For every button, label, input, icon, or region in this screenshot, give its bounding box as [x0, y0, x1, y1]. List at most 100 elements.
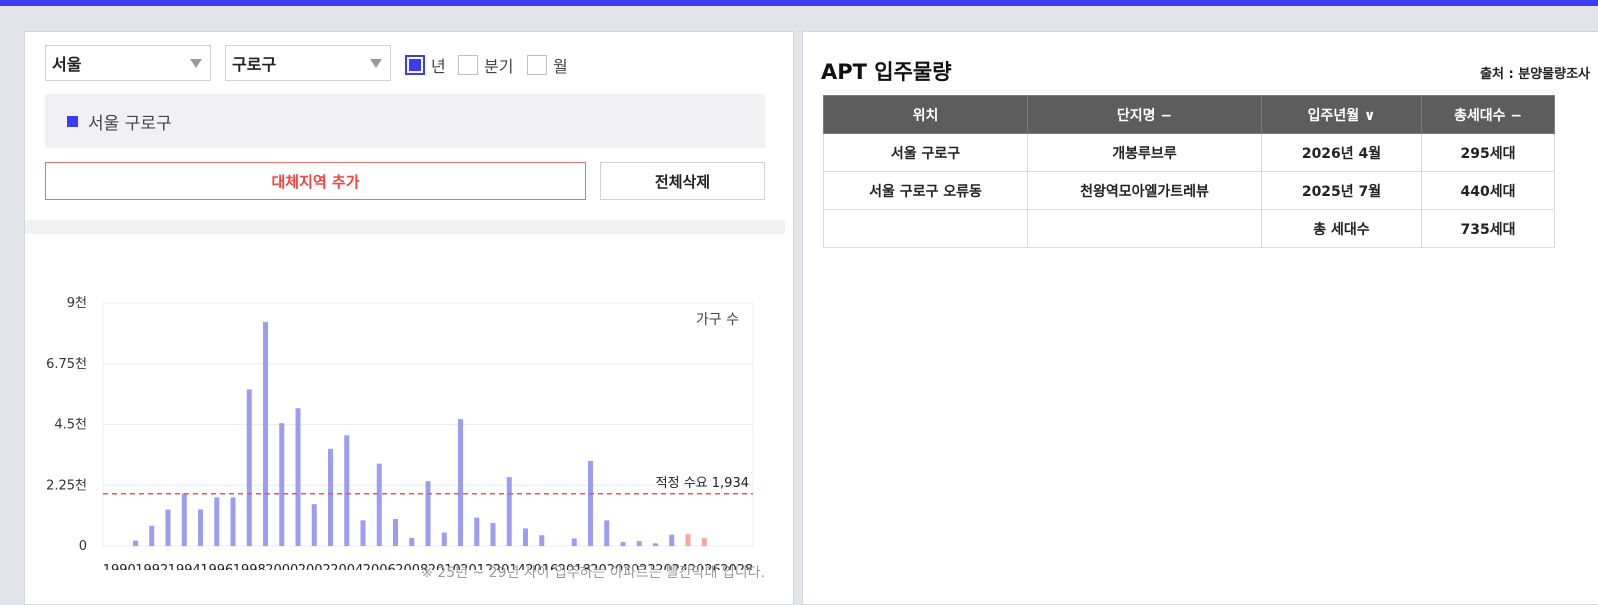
chevron-down-icon: [370, 59, 382, 68]
period-month-checkbox[interactable]: 월: [527, 53, 568, 77]
chart-bar: [539, 535, 545, 546]
cell-move-in-date: 2025년 7월: [1261, 171, 1422, 210]
selected-region-list: 서울 구로구: [45, 94, 765, 148]
table-row: 서울 구로구 오류동 천왕역모아엘가트레뷰 2025년 7월 440세대: [823, 171, 1555, 210]
threshold-label: 적정 수요 1,934: [656, 476, 749, 491]
checkbox-icon: [458, 55, 478, 75]
table-row: 서울 구로구 개봉루브루 2026년 4월 295세대: [823, 133, 1555, 172]
region-list-item: 서울 구로구: [88, 113, 172, 134]
cell-empty: [1027, 209, 1262, 248]
cell-total-value: 735세대: [1421, 209, 1555, 248]
header-complex-name[interactable]: 단지명 −: [1027, 95, 1262, 134]
apt-supply-table: 위치 단지명 − 입주년월 ∨ 총세대수 − 서울 구로구 개봉루브루 2026…: [823, 95, 1555, 248]
period-year-label: 년: [431, 57, 446, 76]
chart-bar: [181, 493, 187, 546]
cell-total-label: 총 세대수: [1261, 209, 1422, 248]
header-move-in-date[interactable]: 입주년월 ∨: [1261, 95, 1422, 134]
chart-bar: [165, 509, 171, 546]
legend-label: 가구 수: [696, 312, 739, 328]
cell-move-in-date: 2026년 4월: [1261, 133, 1422, 172]
y-tick-label: 6.75천: [46, 357, 87, 372]
section-divider: [25, 220, 785, 234]
city-select[interactable]: 서울: [45, 45, 211, 81]
chart-bar: [620, 541, 626, 546]
add-region-button[interactable]: 대체지역 추가: [45, 162, 586, 200]
district-select[interactable]: 구로구: [225, 45, 391, 81]
cell-empty: [823, 209, 1028, 248]
panel-title: APT 입주물량: [821, 60, 952, 84]
chart-bar: [263, 321, 268, 546]
chart-bar: [506, 477, 512, 546]
period-year-checkbox[interactable]: 년: [405, 53, 446, 77]
y-tick-label: 9천: [67, 296, 87, 311]
cell-location: 서울 구로구: [823, 133, 1028, 172]
header-location[interactable]: 위치: [823, 95, 1028, 134]
chart-bar: [409, 537, 415, 546]
x-tick-label: 1998: [233, 563, 266, 570]
chart-bar: [311, 504, 317, 546]
delete-all-button[interactable]: 전체삭제: [600, 162, 765, 200]
chart-bar: [328, 448, 333, 546]
chart-bar: [360, 520, 366, 546]
header-total-units[interactable]: 총세대수 −: [1421, 95, 1555, 134]
cell-location: 서울 구로구 오류동: [823, 171, 1028, 210]
chart-bar: [214, 497, 220, 546]
table-header-row: 위치 단지명 − 입주년월 ∨ 총세대수 −: [823, 95, 1555, 134]
supply-bar-chart: 02.25천4.5천6.75천9천19901992199419961998200…: [25, 250, 793, 605]
y-tick-label: 0: [79, 539, 87, 554]
chart-footnote: ※ 25년 ~ 29년 사이 입주하는 아파트는 빨간막대 입니다.: [421, 565, 765, 581]
chart-bar: [653, 543, 658, 546]
chart-bar: [393, 519, 398, 546]
district-select-value: 구로구: [232, 55, 277, 74]
chart-bar: [701, 538, 707, 546]
chart-bar: [458, 419, 463, 546]
chart-bar: [490, 523, 496, 546]
x-tick-label: 2006: [363, 563, 396, 570]
y-tick-label: 4.5천: [54, 418, 87, 433]
x-tick-label: 2000: [265, 563, 298, 570]
top-accent-bar: [0, 0, 1598, 6]
table-total-row: 총 세대수 735세대: [823, 209, 1555, 248]
cell-complex-name: 개봉루브루: [1027, 133, 1262, 172]
checkbox-icon: [527, 55, 547, 75]
chart-bar: [523, 528, 528, 546]
chart-bar: [376, 463, 382, 546]
chart-svg: 02.25천4.5천6.75천9천19901992199419961998200…: [46, 296, 754, 570]
chart-bar: [669, 534, 675, 546]
supply-chart-panel: 서울 구로구 년 분기 월 서울 구로구 대체지역 추가 전체삭제 0 2.25천…: [24, 31, 794, 605]
chevron-down-icon: [190, 59, 202, 68]
x-tick-label: 2004: [330, 563, 363, 570]
chart-bar: [149, 525, 155, 546]
chart-bar: [198, 509, 203, 546]
period-quarter-label: 분기: [484, 57, 514, 76]
region-color-swatch: [67, 115, 78, 127]
period-quarter-checkbox[interactable]: 분기: [458, 53, 513, 77]
checkbox-icon: [405, 55, 425, 75]
x-tick-label: 1994: [168, 563, 201, 570]
chart-bar: [279, 423, 285, 546]
period-month-label: 월: [553, 57, 568, 76]
chart-bar: [230, 497, 236, 546]
chart-bar: [685, 534, 691, 546]
x-tick-label: 1996: [200, 563, 233, 570]
chart-bar: [133, 540, 138, 546]
apt-supply-panel: APT 입주물량 출처 : 분양물량조사 위치 단지명 − 입주년월 ∨ 총세대…: [802, 31, 1598, 605]
city-select-value: 서울: [52, 55, 82, 74]
cell-total-units: 440세대: [1421, 171, 1555, 210]
chart-bar: [588, 460, 593, 546]
x-tick-label: 1992: [135, 563, 168, 570]
chart-bar: [246, 389, 252, 546]
chart-bar: [571, 538, 577, 546]
x-tick-label: 2002: [298, 563, 331, 570]
chart-bar: [636, 541, 642, 546]
data-source: 출처 : 분양물량조사: [1480, 67, 1590, 82]
cell-total-units: 295세대: [1421, 133, 1555, 172]
chart-bar: [604, 520, 610, 546]
y-tick-label: 2.25천: [46, 478, 87, 493]
chart-bar: [295, 408, 301, 546]
chart-bar: [344, 435, 350, 546]
chart-bar: [441, 532, 447, 546]
cell-complex-name: 천왕역모아엘가트레뷰: [1027, 171, 1262, 210]
chart-bar: [425, 481, 431, 546]
chart-bar: [474, 517, 480, 546]
